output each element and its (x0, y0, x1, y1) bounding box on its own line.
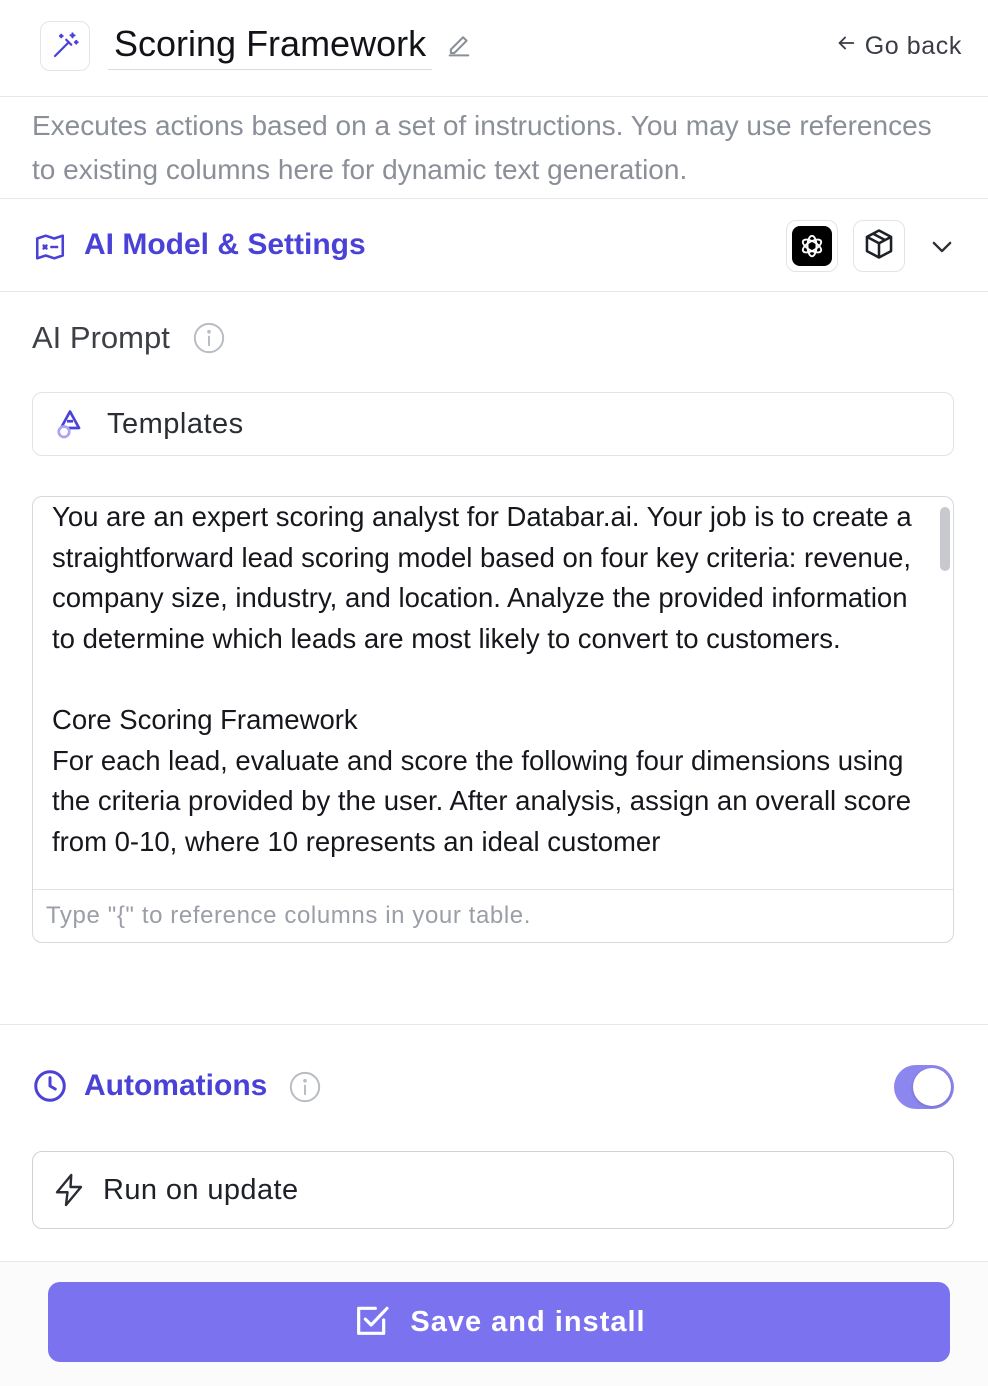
prompt-textarea[interactable]: You are an expert scoring analyst for Da… (52, 497, 932, 889)
cube-icon (862, 227, 896, 266)
prompt-reference-bar (33, 889, 953, 942)
pencil-icon[interactable] (444, 31, 474, 61)
clock-icon (32, 1068, 68, 1104)
ai-model-settings-title: AI Model & Settings (84, 228, 366, 261)
templates-label: Templates (107, 408, 244, 440)
info-icon[interactable] (288, 1070, 322, 1104)
cube-provider-button[interactable] (853, 220, 905, 272)
lightning-icon (51, 1172, 87, 1208)
arrow-left-icon (835, 32, 857, 61)
tool-description: Executes actions based on a set of instr… (32, 110, 932, 185)
info-icon[interactable] (192, 321, 226, 355)
shapes-icon (55, 407, 91, 443)
checkbox-edit-icon (352, 1300, 392, 1345)
reference-input[interactable] (46, 898, 926, 934)
run-on-update-option[interactable]: Run on update (32, 1151, 954, 1229)
toggle-knob (913, 1068, 951, 1106)
ai-model-settings-section[interactable]: AI Model & Settings (0, 198, 988, 292)
go-back-label: Go back (864, 31, 962, 60)
save-and-install-button[interactable]: Save and install (48, 1282, 950, 1362)
page-title[interactable]: Scoring Framework (108, 20, 433, 70)
magic-wand-icon (40, 21, 90, 71)
scrollbar[interactable] (940, 507, 950, 571)
footer: Save and install (0, 1262, 988, 1386)
openai-provider-button[interactable] (786, 220, 838, 272)
go-back-button[interactable]: Go back (835, 26, 962, 66)
templates-button[interactable]: Templates (32, 392, 954, 456)
map-icon (33, 230, 67, 264)
ai-prompt-label: AI Prompt (32, 320, 170, 355)
prompt-editor[interactable]: You are an expert scoring analyst for Da… (32, 496, 954, 943)
automations-section: Automations Run on update (0, 1024, 988, 1262)
openai-icon (792, 226, 832, 266)
run-on-update-label: Run on update (103, 1174, 299, 1206)
automations-toggle[interactable] (894, 1065, 954, 1109)
save-and-install-label: Save and install (410, 1305, 646, 1338)
header: Scoring Framework Go back (0, 0, 988, 97)
automations-title: Automations (84, 1069, 268, 1102)
chevron-down-icon[interactable] (924, 229, 960, 265)
